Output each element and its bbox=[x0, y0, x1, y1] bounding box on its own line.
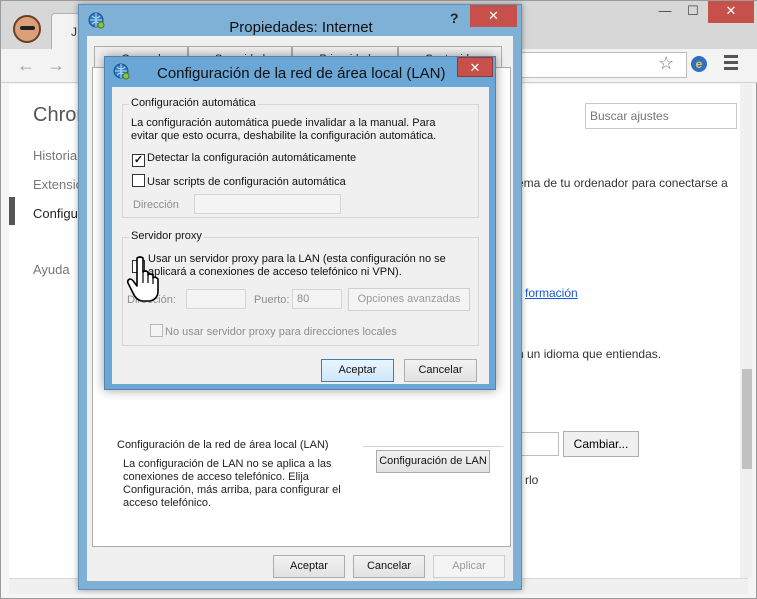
auto-script-checkbox[interactable]: Usar scripts de configuración automática bbox=[132, 174, 346, 188]
dialog-body: Configuración automática La configuració… bbox=[112, 87, 489, 384]
proxy-checkbox-label[interactable]: Usar un servidor proxy para la LAN (esta… bbox=[148, 253, 468, 279]
change-button[interactable]: Cambiar... bbox=[563, 431, 639, 457]
maximize-button[interactable]: ☐ bbox=[680, 1, 706, 23]
ie-extension-icon[interactable]: e bbox=[691, 56, 707, 72]
forward-icon[interactable]: → bbox=[47, 55, 65, 76]
proxy-address-label: Dirección: bbox=[127, 294, 176, 306]
cancel-button[interactable]: Cancelar bbox=[404, 359, 477, 382]
script-address-field[interactable] bbox=[194, 194, 341, 214]
proxy-address-field[interactable] bbox=[186, 289, 246, 309]
help-button[interactable]: ? bbox=[450, 10, 459, 26]
vertical-scrollbar[interactable] bbox=[740, 84, 752, 578]
section-divider bbox=[363, 446, 503, 447]
back-icon[interactable]: ← bbox=[17, 55, 35, 76]
ok-button[interactable]: Aceptar bbox=[321, 359, 394, 382]
proxy-server-group: Servidor proxy Usar un servidor proxy pa… bbox=[122, 230, 479, 346]
close-button[interactable]: ✕ bbox=[457, 57, 493, 77]
close-button[interactable]: ✕ bbox=[708, 1, 754, 23]
lan-settings-dialog: Configuración de la red de área local (L… bbox=[104, 56, 496, 390]
checkbox-checked-icon[interactable]: ✓ bbox=[132, 154, 145, 167]
bypass-local-label: No usar servidor proxy para direcciones … bbox=[165, 326, 397, 338]
settings-text: rlo bbox=[525, 473, 539, 487]
sidebar-item-help[interactable]: Ayuda bbox=[33, 262, 70, 277]
chrome-menu-icon[interactable] bbox=[724, 55, 738, 73]
auto-script-label: Usar scripts de configuración automática bbox=[147, 176, 346, 188]
ok-button[interactable]: Aceptar bbox=[273, 555, 345, 578]
profile-avatar[interactable] bbox=[13, 15, 41, 43]
checkbox-icon[interactable] bbox=[150, 324, 163, 337]
lan-settings-button[interactable]: Configuración de LAN bbox=[376, 450, 490, 473]
port-field[interactable]: 80 bbox=[292, 289, 342, 309]
settings-text: ema de tu ordenador para conectarse a bbox=[517, 176, 728, 190]
lan-section-title: Configuración de la red de área local (L… bbox=[117, 439, 329, 451]
close-button[interactable]: ✕ bbox=[470, 5, 517, 27]
settings-text: n un idioma que entiendas. bbox=[517, 347, 662, 361]
detect-settings-label: Detectar la configuración automáticament… bbox=[147, 152, 357, 164]
bookmark-star-icon[interactable]: ☆ bbox=[658, 53, 674, 74]
more-info-link[interactable]: formación bbox=[525, 286, 578, 300]
detect-settings-checkbox[interactable]: ✓ Detectar la configuración automáticamen… bbox=[132, 152, 356, 167]
internet-options-icon bbox=[113, 63, 130, 80]
cancel-button[interactable]: Cancelar bbox=[353, 555, 425, 578]
bypass-local-checkbox[interactable]: No usar servidor proxy para direcciones … bbox=[150, 324, 397, 338]
advanced-options-button[interactable]: Opciones avanzadas bbox=[348, 288, 470, 311]
checkbox-icon[interactable] bbox=[132, 174, 145, 187]
lan-section-description: La configuración de LAN no se aplica a l… bbox=[123, 458, 341, 509]
auto-config-group: Configuración automática La configuració… bbox=[122, 97, 479, 218]
address-label: Dirección bbox=[133, 199, 179, 211]
download-location-field[interactable] bbox=[519, 432, 559, 456]
auto-config-legend: Configuración automática bbox=[129, 97, 258, 109]
dialog-title: Configuración de la red de área local (L… bbox=[157, 65, 446, 82]
checkbox-icon[interactable] bbox=[132, 260, 145, 273]
scrollbar-thumb[interactable] bbox=[742, 369, 752, 469]
sidebar-active-indicator bbox=[9, 197, 15, 225]
search-settings-input[interactable] bbox=[585, 103, 737, 129]
sidebar-item-history[interactable]: Historial bbox=[33, 148, 80, 163]
browser-tab-title: J bbox=[71, 25, 77, 39]
minimize-button[interactable]: — bbox=[652, 1, 678, 23]
auto-config-description: La configuración automática puede invali… bbox=[131, 117, 437, 142]
proxy-server-legend: Servidor proxy bbox=[129, 230, 204, 242]
port-label: Puerto: bbox=[254, 294, 290, 306]
apply-button[interactable]: Aplicar bbox=[433, 555, 505, 578]
